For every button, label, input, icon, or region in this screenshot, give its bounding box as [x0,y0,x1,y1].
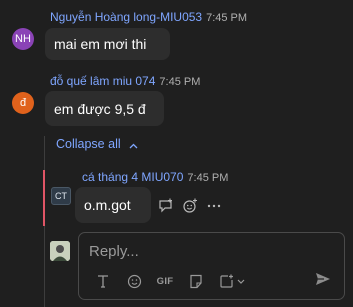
chevron-down-icon [237,279,245,284]
avatar[interactable]: đ [12,92,34,114]
avatar-initials: CT [55,191,67,201]
add-reaction-icon[interactable] [181,197,199,215]
message-header: Nguyễn Hoàng long-MIU053 7:45 PM [50,10,247,24]
timestamp: 7:45 PM [159,76,201,88]
current-user-avatar[interactable] [50,241,70,261]
sender-name[interactable]: cá tháng 4 MIU070 [82,170,183,184]
emoji-icon[interactable] [124,271,144,291]
sticker-icon[interactable] [186,271,206,291]
collapse-all-link[interactable]: Collapse all [56,137,138,152]
loop-component-icon[interactable] [217,271,247,291]
avatar[interactable]: NH [12,28,34,50]
reply-composer: GIF [78,232,345,300]
avatar[interactable]: CT [51,187,71,205]
more-options-icon[interactable] [205,197,223,215]
reply-bubble[interactable]: o.m.got [75,187,151,223]
timestamp: 7:45 PM [206,12,248,24]
gif-icon[interactable]: GIF [155,271,175,291]
reply-input[interactable] [89,241,329,261]
message-text: mai em mơi thi [54,36,147,52]
text-format-icon[interactable] [93,271,113,291]
collapse-all-label: Collapse all [56,137,121,151]
send-icon[interactable] [313,269,333,289]
chevron-up-icon [129,138,138,152]
avatar-initials: đ [19,97,27,109]
message-actions [157,197,223,215]
sender-name[interactable]: Nguyễn Hoàng long-MIU053 [50,10,202,24]
message-bubble[interactable]: em được 9,5 đ [45,91,164,126]
unread-accent-bar [43,170,45,226]
avatar-initials: NH [15,33,31,45]
reply-header: cá tháng 4 MIU070 7:45 PM [82,170,228,184]
message-text: em được 9,5 đ [54,100,146,117]
message-bubble[interactable]: mai em mơi thi [45,28,170,60]
composer-toolbar: GIF [93,271,247,291]
reply-icon[interactable] [157,197,175,215]
timestamp: 7:45 PM [187,172,229,184]
message-header: đỗ quế lâm miu 074 7:45 PM [50,74,200,88]
sender-name[interactable]: đỗ quế lâm miu 074 [50,74,155,88]
message-text: o.m.got [84,197,131,213]
